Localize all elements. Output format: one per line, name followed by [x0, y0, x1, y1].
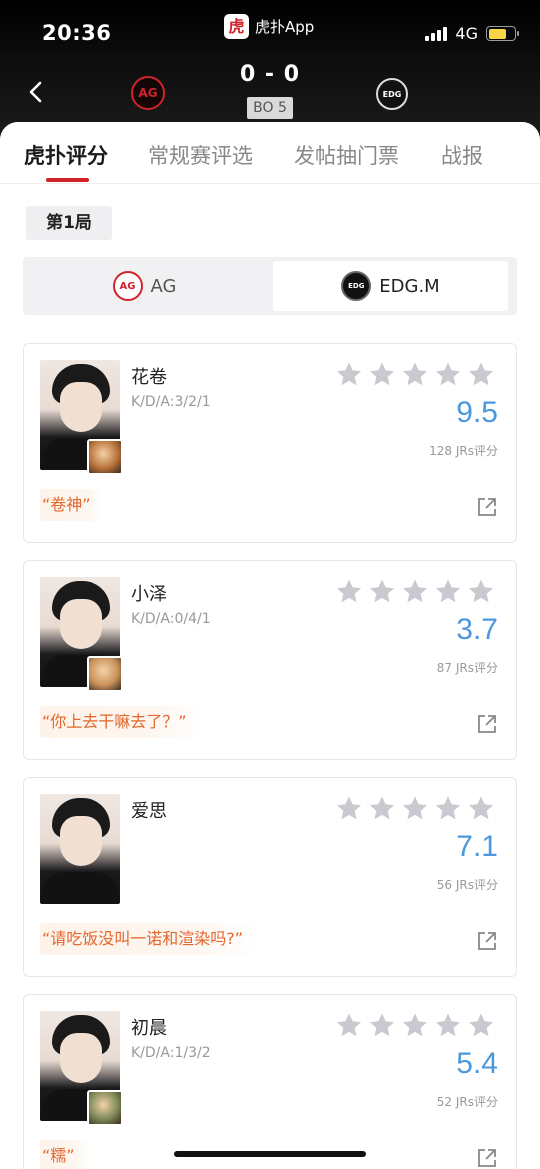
star-icon[interactable]: [433, 360, 463, 390]
hot-comment[interactable]: “卷神”: [40, 489, 105, 521]
tab-match-report[interactable]: 战报: [441, 140, 483, 170]
app-name: 虎扑App: [255, 17, 315, 36]
network-type: 4G: [455, 24, 478, 43]
star-icon[interactable]: [400, 1011, 430, 1041]
ag-logo-icon: AG: [112, 271, 143, 301]
star-rating[interactable]: [334, 360, 496, 390]
battery-icon: [486, 26, 519, 41]
player-kda: K/D/A:3/2/1: [131, 394, 211, 410]
hero-icon: [87, 439, 123, 475]
star-icon[interactable]: [400, 577, 430, 607]
star-icon[interactable]: [334, 360, 364, 390]
team-name-edgm: EDG.M: [379, 275, 440, 297]
share-button[interactable]: [476, 930, 498, 952]
player-name: 初晨: [131, 1018, 167, 1039]
signal-icon: [425, 26, 448, 41]
player-avatar-wrap: [40, 577, 126, 692]
player-score: 7.1: [456, 830, 498, 863]
vote-count: 56 JRs评分: [436, 878, 498, 892]
app-indicator[interactable]: 虎 虎扑App: [224, 12, 314, 40]
vote-count: 52 JRs评分: [436, 1095, 498, 1109]
tab-ticket-raffle[interactable]: 发帖抽门票: [294, 140, 399, 170]
share-external-icon: [478, 715, 496, 733]
hot-comment[interactable]: “你上去干嘛去了？”: [40, 706, 201, 738]
match-format-badge: BO 5: [247, 97, 293, 119]
share-external-icon: [478, 932, 496, 950]
star-icon[interactable]: [433, 1011, 463, 1041]
tab-active-indicator: [46, 178, 89, 182]
star-icon[interactable]: [400, 794, 430, 824]
star-icon[interactable]: [334, 577, 364, 607]
vote-count: 128 JRs评分: [429, 444, 498, 458]
star-icon[interactable]: [466, 360, 496, 390]
hupu-logo-icon: 虎: [224, 13, 249, 39]
edg-logo-icon: EDG: [341, 271, 372, 301]
player-score: 9.5: [456, 396, 498, 429]
star-icon[interactable]: [433, 577, 463, 607]
home-indicator[interactable]: [174, 1151, 366, 1157]
tab-bar: 虎扑评分 常规赛评选 发帖抽门票 战报: [0, 122, 540, 184]
star-icon[interactable]: [466, 1011, 496, 1041]
player-kda: K/D/A:1/3/2: [131, 1045, 211, 1061]
team-switch: AG AG EDG EDG.M: [23, 257, 517, 315]
player-card-1[interactable]: 花卷 K/D/A:3/2/1 9.5 128 JRs评分 “卷神”: [23, 343, 517, 543]
player-name: 花卷: [131, 367, 167, 388]
star-icon[interactable]: [400, 360, 430, 390]
match-score: 0 - 0: [239, 62, 301, 87]
player-name: 爱思: [131, 801, 167, 822]
tab-regular-season[interactable]: 常规赛评选: [148, 140, 253, 170]
battery-level: [488, 28, 506, 39]
hero-icon: [87, 1090, 123, 1126]
star-rating[interactable]: [334, 577, 496, 607]
star-icon[interactable]: [367, 1011, 397, 1041]
player-avatar-wrap: [40, 1011, 126, 1126]
rating-content: 第1局 AG AG EDG EDG.M 花卷 K/D/A:3/2/1 9.5 1…: [0, 184, 540, 1169]
tab-hupu-rating[interactable]: 虎扑评分: [24, 140, 108, 170]
share-external-icon: [478, 1149, 496, 1167]
share-external-icon: [478, 498, 496, 516]
status-time: 20:36: [42, 21, 112, 45]
star-rating[interactable]: [334, 794, 496, 824]
hero-icon: [87, 656, 123, 692]
player-kda: K/D/A:0/4/1: [131, 611, 211, 627]
hot-comment[interactable]: “糯”: [40, 1140, 89, 1169]
player-avatar-wrap: [40, 360, 126, 475]
status-indicators: 4G: [425, 24, 519, 43]
share-button[interactable]: [476, 1147, 498, 1169]
star-rating[interactable]: [334, 1011, 496, 1041]
player-score: 5.4: [456, 1047, 498, 1080]
share-button[interactable]: [476, 713, 498, 735]
player-avatar: [40, 794, 120, 904]
player-card-4[interactable]: 初晨 K/D/A:1/3/2 5.4 52 JRs评分 “糯”: [23, 994, 517, 1169]
share-button[interactable]: [476, 496, 498, 518]
star-icon[interactable]: [466, 794, 496, 824]
team-name-ag: AG: [150, 275, 177, 297]
game-selector[interactable]: 第1局: [26, 206, 112, 240]
player-name: 小泽: [131, 584, 167, 605]
star-icon[interactable]: [334, 1011, 364, 1041]
vote-count: 87 JRs评分: [436, 661, 498, 675]
star-icon[interactable]: [367, 360, 397, 390]
player-card-3[interactable]: 爱思 7.1 56 JRs评分 “请吃饭没叫一诺和渲染吗?”: [23, 777, 517, 977]
star-icon[interactable]: [466, 577, 496, 607]
content-sheet: 虎扑评分 常规赛评选 发帖抽门票 战报 第1局 AG AG EDG EDG.M …: [0, 122, 540, 1169]
player-card-2[interactable]: 小泽 K/D/A:0/4/1 3.7 87 JRs评分 “你上去干嘛去了？”: [23, 560, 517, 760]
star-icon[interactable]: [433, 794, 463, 824]
player-score: 3.7: [456, 613, 498, 646]
team-option-edgm[interactable]: EDG EDG.M: [273, 261, 508, 311]
star-icon[interactable]: [334, 794, 364, 824]
hot-comment[interactable]: “请吃饭没叫一诺和渲染吗?”: [40, 923, 258, 955]
star-icon[interactable]: [367, 794, 397, 824]
player-avatar-wrap: [40, 794, 126, 906]
team-option-ag[interactable]: AG AG: [27, 261, 262, 311]
star-icon[interactable]: [367, 577, 397, 607]
edg-team-logo[interactable]: EDG: [376, 78, 408, 110]
